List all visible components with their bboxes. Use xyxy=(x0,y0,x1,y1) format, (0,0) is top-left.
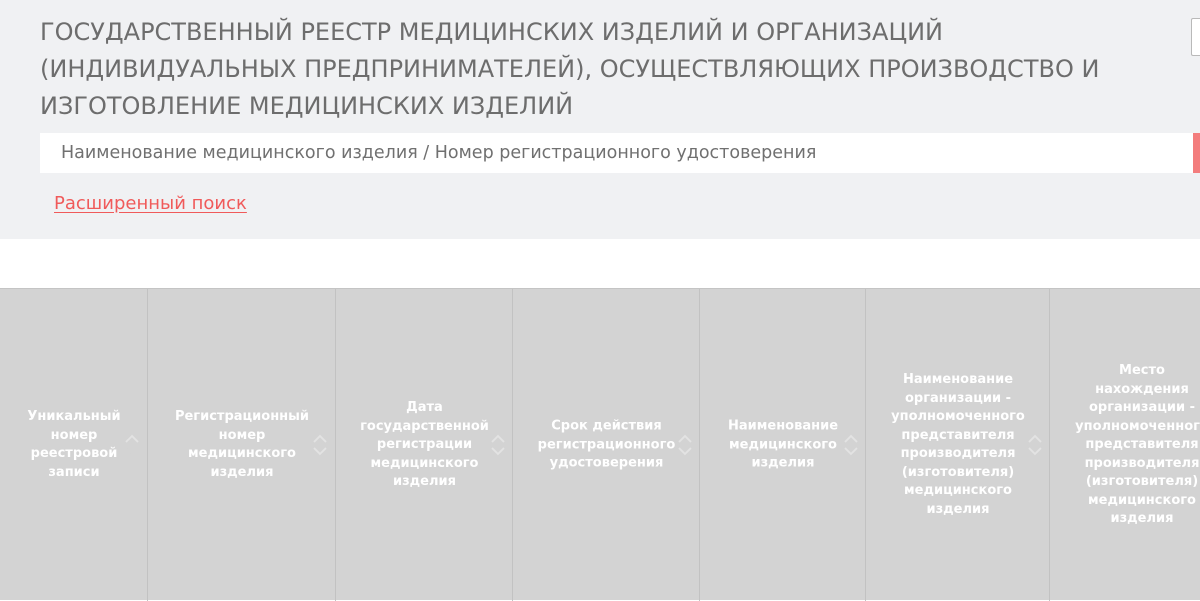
header-panel: Государственный реестр медицинских издел… xyxy=(0,0,1200,239)
column-header-representative-name[interactable]: Наименование организации - уполномоченно… xyxy=(866,289,1050,601)
column-header-registration-number[interactable]: Регистрационный номер медицинского издел… xyxy=(148,289,336,601)
column-header-registry-number[interactable]: Уникальный номер реестровой записи xyxy=(0,289,148,601)
column-header-label: Срок действия регистрационного удостовер… xyxy=(537,418,676,471)
page-title: Государственный реестр медицинских издел… xyxy=(40,18,1100,120)
table-header-row: Уникальный номер реестровой записи Регис… xyxy=(0,288,1200,601)
column-header-label: Наименование организации - уполномоченно… xyxy=(891,372,1025,517)
sort-icon[interactable] xyxy=(677,434,693,456)
search-button[interactable] xyxy=(1193,133,1200,173)
sort-icon[interactable] xyxy=(843,434,859,456)
column-header-label: Дата государственной регистрации медицин… xyxy=(360,399,489,489)
column-header-representative-location[interactable]: Место нахождения организации - уполномоч… xyxy=(1050,289,1200,601)
sort-icon[interactable] xyxy=(1027,434,1043,456)
search-bar xyxy=(40,133,1193,173)
sort-icon[interactable] xyxy=(124,434,140,456)
sort-icon[interactable] xyxy=(312,434,328,456)
sort-icon[interactable] xyxy=(490,434,506,456)
column-header-registration-date[interactable]: Дата государственной регистрации медицин… xyxy=(336,289,513,601)
search-input[interactable] xyxy=(40,133,1193,173)
column-header-device-name[interactable]: Наименование медицинского изделия xyxy=(700,289,866,601)
column-header-label: Наименование медицинского изделия xyxy=(727,418,839,471)
advanced-search-link[interactable]: Расширенный поиск xyxy=(54,193,247,214)
column-header-label: Место нахождения организации - уполномоч… xyxy=(1075,362,1200,526)
column-header-validity-period[interactable]: Срок действия регистрационного удостовер… xyxy=(513,289,700,601)
header-corner-button[interactable] xyxy=(1191,18,1200,56)
column-header-label: Регистрационный номер медицинского издел… xyxy=(174,409,310,480)
